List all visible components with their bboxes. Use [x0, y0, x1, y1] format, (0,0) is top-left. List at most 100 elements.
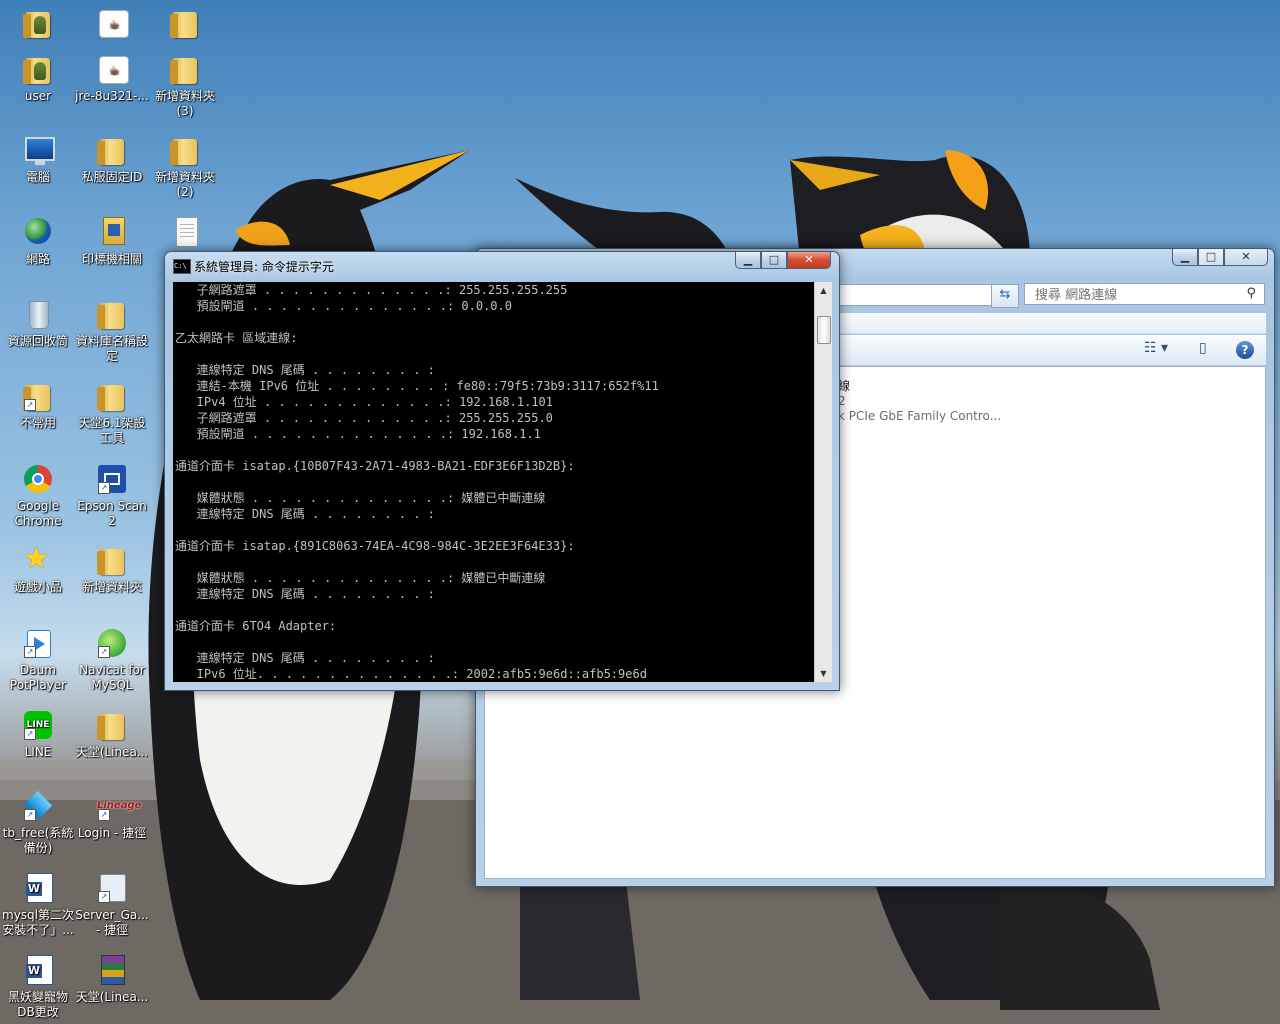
console-line: 乙太網路卡 區域連線: [175, 331, 298, 345]
desktop-icon-user-top[interactable] [0, 6, 76, 43]
folder-icon [95, 297, 129, 331]
winrar-archive-icon [95, 953, 129, 987]
word-document-icon [21, 953, 55, 987]
desktop-icon-label: mysql第二次安裝不了」... [2, 908, 74, 937]
change-view-icon[interactable]: ☷ ▾ [1144, 340, 1168, 356]
desktop-icon-label: 遊戲小品 [13, 580, 62, 594]
desktop-icon-epson-scan[interactable]: ↗ Epson Scan 2 [74, 462, 150, 529]
maximize-button[interactable]: □ [761, 252, 787, 269]
folder-icon [95, 133, 129, 167]
desktop-icon-recycle-bin[interactable]: 資源回收筒 [0, 297, 76, 349]
refresh-button[interactable]: ⇆ [991, 284, 1019, 308]
desktop-icon-label: Server_Ga... - 捷徑 [75, 908, 149, 937]
desktop-icon-label-printer[interactable]: 印標機相關 [74, 215, 150, 267]
desktop-icon-new-folder-3[interactable]: 新增資料夾 (3) [147, 52, 223, 119]
star-icon: ★ [23, 541, 50, 576]
minimize-button[interactable]: ▁ [1172, 249, 1198, 266]
recycle-bin-icon [21, 297, 55, 331]
console-line: 子網路遮罩 . . . . . . . . . . . . .: 255.255… [175, 283, 568, 297]
desktop-icon-folder-top[interactable] [147, 6, 223, 43]
chrome-icon [21, 462, 55, 496]
console-icon[interactable]: C:\ [173, 259, 191, 274]
desktop-icon-tb-free[interactable]: ↗ tb_free(系統備份) [0, 789, 76, 856]
desktop-icon-user[interactable]: user [0, 52, 76, 104]
network-icon [21, 215, 55, 249]
console-line: 連結-本機 IPv6 位址 . . . . . . . . : fe80::79… [175, 379, 659, 393]
vertical-scrollbar[interactable]: ▲ ▼ [814, 282, 832, 682]
console-line: 通道介面卡 isatap.{10B07F43-2A71-4983-BA21-ED… [175, 459, 575, 473]
console-line: IPv6 位址. . . . . . . . . . . . . .: 2002… [175, 667, 647, 681]
potplayer-icon: ↗ [21, 626, 55, 660]
folder-icon [168, 133, 202, 167]
console-line: 連線特定 DNS 尾碼 . . . . . . . . : [175, 507, 435, 521]
scroll-up-icon[interactable]: ▲ [815, 282, 832, 299]
desktop-icon-label: 資源回收筒 [7, 334, 68, 348]
desktop-icon-new-folder[interactable]: 新增資料夾 [74, 543, 150, 595]
close-button[interactable]: ✕ [787, 252, 831, 269]
scroll-down-icon[interactable]: ▼ [815, 665, 832, 682]
desktop-icon-games[interactable]: ★ 遊戲小品 [0, 543, 76, 595]
folder-icon [95, 708, 129, 742]
desktop-icon-db-name-settings[interactable]: 資料庫名稱設定 [74, 297, 150, 364]
desktop-icon-label: 新增資料夾 [81, 580, 142, 594]
user-folder-icon [21, 6, 55, 40]
console-line: IPv4 位址 . . . . . . . . . . . . .: 192.1… [175, 395, 554, 409]
desktop-icon-network[interactable]: 網路 [0, 215, 76, 267]
search-icon[interactable]: ⚲ [1246, 286, 1256, 301]
desktop-icon-lineage-archive[interactable]: 天堂(Linea... [74, 953, 150, 1005]
desktop-icon-jre[interactable]: ☕ jre-8u321-... [74, 52, 150, 104]
desktop-icon-line[interactable]: LINE ↗ LINE [0, 708, 76, 760]
connection-device: k PCIe GbE Family Contro... [838, 409, 1002, 423]
search-box[interactable]: ⚲ [1024, 283, 1265, 306]
desktop-icon-google-chrome[interactable]: Google Chrome [0, 462, 76, 529]
search-input[interactable] [1033, 285, 1237, 306]
console-output[interactable]: 子網路遮罩 . . . . . . . . . . . . .: 255.255… [173, 282, 814, 682]
console-line: 預設閘道 . . . . . . . . . . . . . .: 0.0.0.… [175, 299, 512, 313]
desktop-icon-new-folder-2[interactable]: 新增資料夾 (2) [147, 133, 223, 200]
command-prompt-window[interactable]: C:\ 系統管理員: 命令提示字元 ▁ □ ✕ 子網路遮罩 . . . . . … [164, 251, 840, 691]
minimize-button[interactable]: ▁ [735, 252, 761, 269]
desktop-icon-mysql-doc[interactable]: mysql第二次安裝不了」... [0, 871, 76, 938]
refresh-icon: ⇆ [999, 287, 1011, 302]
line-icon: LINE ↗ [21, 708, 55, 742]
desktop-icon-computer[interactable]: 電腦 [0, 133, 76, 185]
desktop-icon-label: LINE [24, 745, 52, 759]
desktop-icon-lineage-setup-tools[interactable]: 天堂6.1架設工具 [74, 379, 150, 446]
scroll-thumb[interactable] [817, 316, 831, 344]
maximize-button[interactable]: □ [1198, 249, 1224, 266]
folder-icon [168, 6, 202, 40]
console-text: 子網路遮罩 . . . . . . . . . . . . .: 255.255… [173, 282, 814, 682]
desktop-icon-private-server-id[interactable]: 私服固定ID [74, 133, 150, 185]
folder-icon: ↗ [21, 379, 55, 413]
console-line: 媒體狀態 . . . . . . . . . . . . . .: 媒體已中斷連… [175, 571, 546, 585]
desktop-icon-label: Daum PotPlayer [9, 663, 67, 692]
desktop-icon-lineage-folder[interactable]: 天堂(Linea... [74, 708, 150, 760]
folder-icon [168, 52, 202, 86]
text-document-icon [168, 215, 202, 249]
window-controls: ▁ □ ✕ [1172, 249, 1268, 266]
desktop-icon-potplayer[interactable]: ↗ Daum PotPlayer [0, 626, 76, 693]
desktop-icon-server-shortcut[interactable]: ↗ Server_Ga... - 捷徑 [74, 871, 150, 938]
java-installer-icon: ☕ [95, 52, 129, 86]
desktop-icon-text-doc[interactable] [147, 215, 223, 252]
epson-scan-icon: ↗ [95, 462, 129, 496]
word-document-icon [21, 871, 55, 905]
console-line: 預設閘道 . . . . . . . . . . . . . .: 192.16… [175, 427, 541, 441]
console-line: 連線特定 DNS 尾碼 . . . . . . . . : [175, 651, 435, 665]
desktop-icon-label: 新增資料夾 (3) [154, 89, 215, 118]
desktop-icon-label: 電腦 [25, 170, 50, 184]
desktop-icon-db-doc[interactable]: 黑妖變寵物DB更改 [0, 953, 76, 1020]
preview-pane-icon[interactable]: ▯ [1199, 340, 1207, 356]
desktop-icon-navicat[interactable]: ↗ Navicat for MySQL [74, 626, 150, 693]
desktop-icon-java-top[interactable]: ☕ [74, 6, 150, 43]
user-folder-icon [21, 52, 55, 86]
desktop-icon-label: 天堂(Linea... [75, 745, 149, 759]
desktop-icon-label: 不常用 [19, 416, 56, 430]
help-icon[interactable]: ? [1236, 341, 1254, 359]
desktop-icon-login-shortcut[interactable]: Lineage ↗ Login - 捷徑 [74, 789, 150, 841]
desktop-icon-rarely-used[interactable]: ↗ 不常用 [0, 379, 76, 431]
console-line: 媒體狀態 . . . . . . . . . . . . . .: 媒體已中斷連… [175, 491, 546, 505]
desktop-icon-label: 資料庫名稱設定 [75, 334, 148, 363]
console-line: 通道介面卡 isatap.{891C8063-74EA-4C98-984C-3E… [175, 539, 575, 553]
close-button[interactable]: ✕ [1224, 249, 1268, 266]
